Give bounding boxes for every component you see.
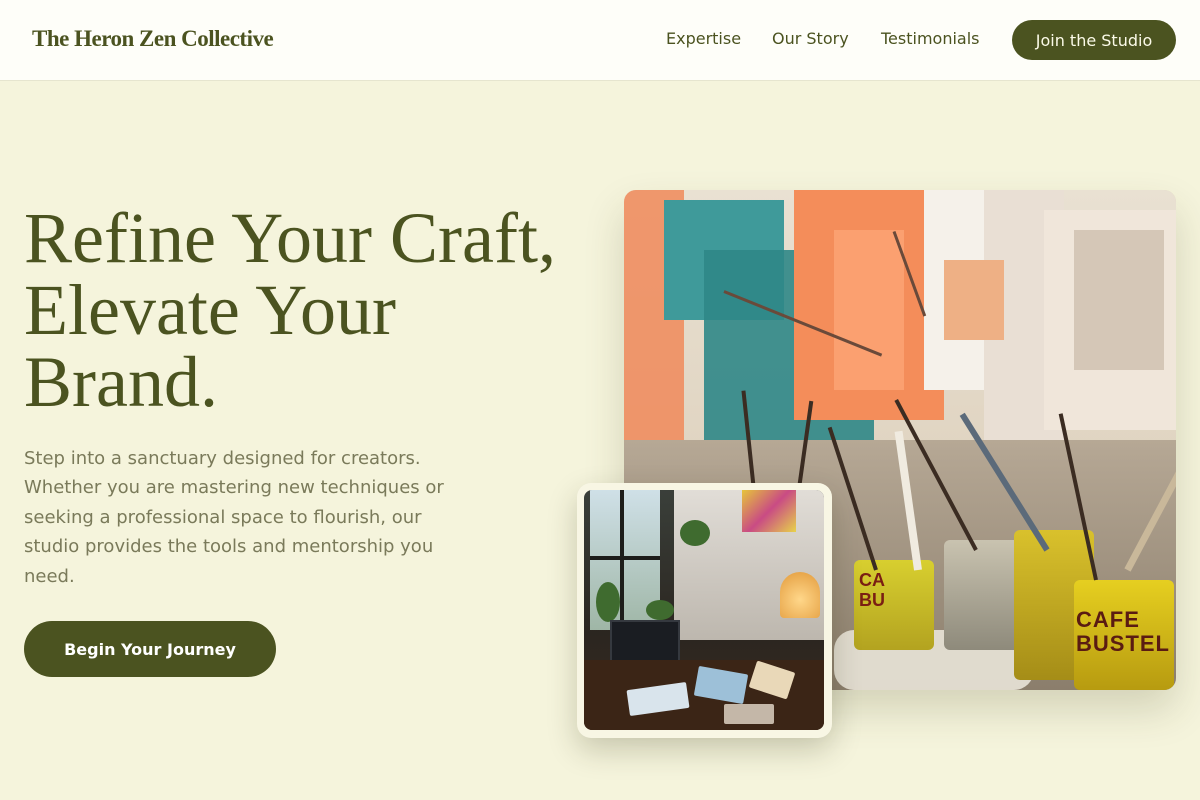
join-studio-button[interactable]: Join the Studio [1012,20,1176,60]
brand-logo[interactable]: The Heron Zen Collective [32,26,274,52]
nav-link-expertise[interactable]: Expertise [666,29,741,48]
nav-link-testimonials[interactable]: Testimonials [881,29,980,48]
begin-journey-button[interactable]: Begin Your Journey [24,621,276,677]
small-can-label: CA BU [859,570,885,610]
hero-lead-text: Step into a sanctuary designed for creat… [24,448,444,587]
studio-workspace-image [584,490,824,730]
can-label: CAFE BUSTEL [1076,607,1170,656]
site-header: The Heron Zen Collective Expertise Our S… [0,0,1200,81]
nav-link-our-story[interactable]: Our Story [772,29,849,48]
hero-headline: Refine Your Craft, Elevate Your Brand. [24,198,556,422]
